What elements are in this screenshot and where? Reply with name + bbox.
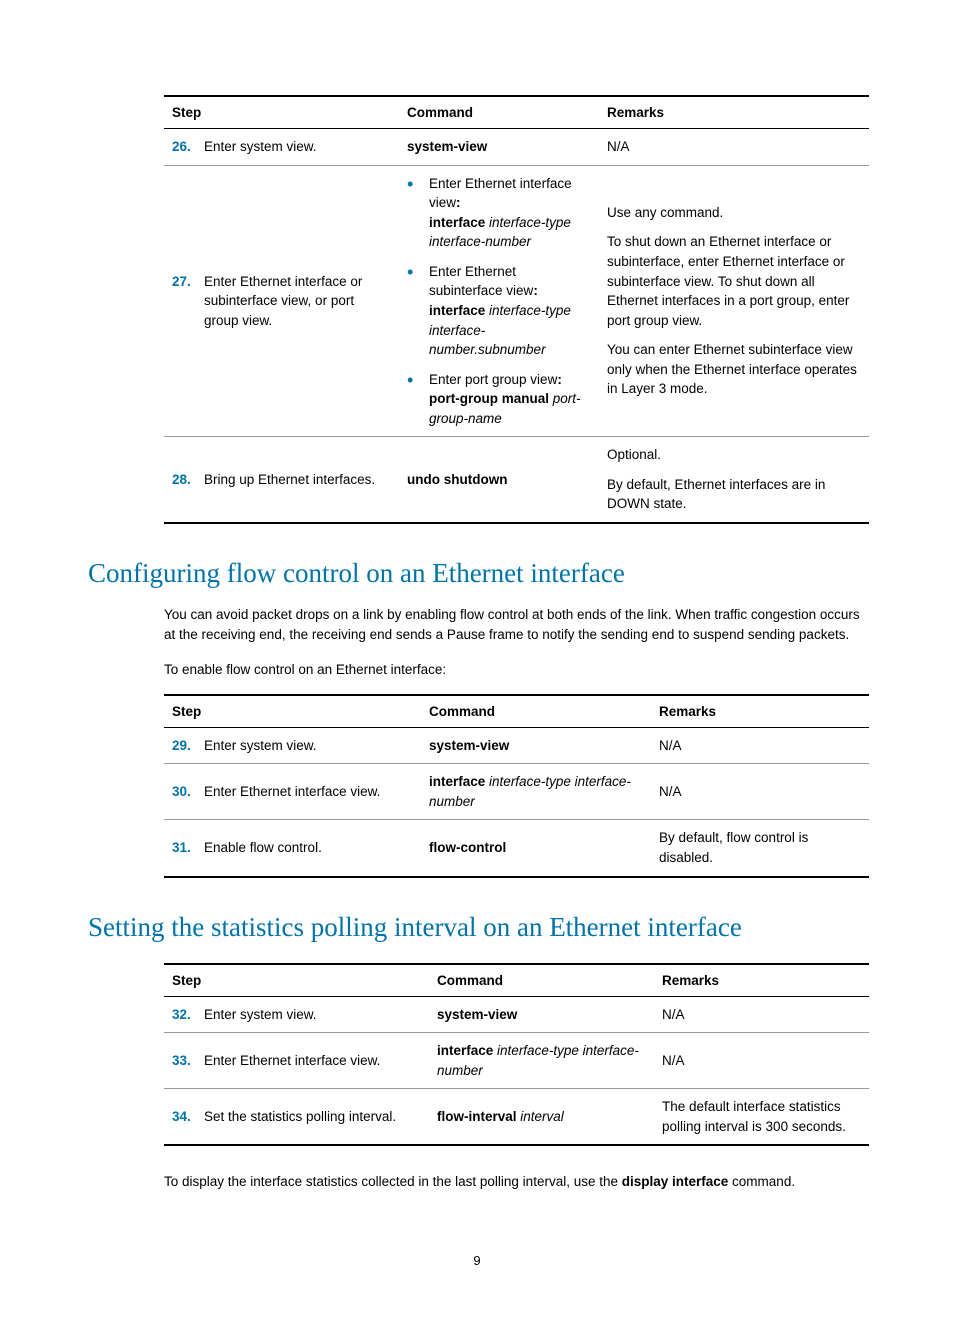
cmd-keyword: interface (437, 1043, 493, 1058)
bullet-icon: • (407, 262, 429, 360)
text-span: To display the interface statistics coll… (164, 1174, 622, 1189)
list-item: • Enter port group view: port-group manu… (407, 370, 591, 429)
remarks-line: Optional. (607, 445, 861, 465)
table-row: 29. Enter system view. system-view N/A (164, 727, 869, 764)
header-remarks: Remarks (651, 695, 869, 728)
remarks-cell: By default, flow control is disabled. (651, 820, 869, 877)
table-header-row: Step Command Remarks (164, 964, 869, 997)
table-header-row: Step Command Remarks (164, 96, 869, 129)
step-number: 28. (172, 470, 204, 490)
page-number: 9 (88, 1253, 866, 1268)
step-number: 34. (172, 1107, 204, 1127)
table-row: 34. Set the statistics polling interval.… (164, 1089, 869, 1146)
command-inline: display interface (622, 1174, 729, 1189)
header-command: Command (421, 695, 651, 728)
step-number: 33. (172, 1051, 204, 1071)
step-description: Set the statistics polling interval. (204, 1107, 421, 1127)
header-command: Command (399, 96, 599, 129)
section-heading-statistics: Setting the statistics polling interval … (88, 912, 866, 943)
step-number: 32. (172, 1005, 204, 1025)
body-paragraph: To enable flow control on an Ethernet in… (164, 660, 866, 680)
step-description: Enter system view. (204, 1005, 421, 1025)
remarks-cell: N/A (651, 727, 869, 764)
step-number: 27. (172, 272, 204, 292)
table-row: 33. Enter Ethernet interface view. inter… (164, 1033, 869, 1089)
body-paragraph: You can avoid packet drops on a link by … (164, 605, 866, 646)
table-row: 31. Enable flow control. flow-control By… (164, 820, 869, 877)
cmd-pretext: Enter port group view (429, 372, 557, 387)
remarks-line: You can enter Ethernet subinterface view… (607, 340, 861, 399)
cmd-pretext: Enter Ethernet interface view (429, 176, 572, 211)
step-description: Enter system view. (204, 137, 391, 157)
steps-table-1: Step Command Remarks 26. Enter system vi… (164, 95, 869, 524)
remarks-cell: N/A (651, 764, 869, 820)
remarks-cell: Optional. By default, Ethernet interface… (599, 437, 869, 523)
cmd-argument: interval (520, 1109, 564, 1124)
step-description: Bring up Ethernet interfaces. (204, 470, 391, 490)
steps-table-3: Step Command Remarks 32. Enter system vi… (164, 963, 869, 1147)
remarks-cell: N/A (654, 1033, 869, 1089)
bullet-icon: • (407, 370, 429, 429)
bullet-icon: • (407, 174, 429, 252)
table-header-row: Step Command Remarks (164, 695, 869, 728)
command-text: system-view (407, 139, 487, 154)
cmd-pretext: Enter Ethernet subinterface view (429, 264, 533, 299)
step-description: Enter Ethernet interface view. (204, 782, 413, 802)
command-list: • Enter Ethernet interface view: interfa… (407, 174, 591, 429)
header-step: Step (164, 96, 399, 129)
table-row: 30. Enter Ethernet interface view. inter… (164, 764, 869, 820)
table-row: 27. Enter Ethernet interface or subinter… (164, 165, 869, 437)
command-text: flow-control (429, 840, 506, 855)
step-description: Enable flow control. (204, 838, 413, 858)
cmd-keyword: interface (429, 774, 485, 789)
table-row: 26. Enter system view. system-view N/A (164, 129, 869, 166)
cmd-keyword: port-group manual (429, 391, 549, 406)
command-text: undo shutdown (407, 472, 507, 487)
table-row: 32. Enter system view. system-view N/A (164, 996, 869, 1033)
step-number: 26. (172, 137, 204, 157)
body-paragraph: To display the interface statistics coll… (164, 1172, 866, 1192)
header-remarks: Remarks (599, 96, 869, 129)
header-step: Step (164, 695, 421, 728)
remarks-line: To shut down an Ethernet interface or su… (607, 232, 861, 330)
step-description: Enter system view. (204, 736, 413, 756)
header-step: Step (164, 964, 429, 997)
section-heading-flow-control: Configuring flow control on an Ethernet … (88, 558, 866, 589)
remarks-line: Use any command. (607, 203, 861, 223)
header-remarks: Remarks (654, 964, 869, 997)
steps-table-2: Step Command Remarks 29. Enter system vi… (164, 694, 869, 878)
command-text: system-view (437, 1007, 517, 1022)
cmd-keyword: flow-interval (437, 1109, 517, 1124)
step-description: Enter Ethernet interface view. (204, 1051, 421, 1071)
remarks-cell: Use any command. To shut down an Etherne… (599, 165, 869, 437)
remarks-cell: N/A (654, 996, 869, 1033)
list-item: • Enter Ethernet subinterface view: inte… (407, 262, 591, 360)
list-item: • Enter Ethernet interface view: interfa… (407, 174, 591, 252)
command-text: system-view (429, 738, 509, 753)
header-command: Command (429, 964, 654, 997)
table-row: 28. Bring up Ethernet interfaces. undo s… (164, 437, 869, 523)
step-number: 31. (172, 838, 204, 858)
step-number: 30. (172, 782, 204, 802)
remarks-line: By default, Ethernet interfaces are in D… (607, 475, 861, 514)
remarks-cell: The default interface statistics polling… (654, 1089, 869, 1146)
step-number: 29. (172, 736, 204, 756)
text-span: command. (728, 1174, 795, 1189)
document-page: Step Command Remarks 26. Enter system vi… (0, 0, 954, 1328)
step-description: Enter Ethernet interface or subinterface… (204, 272, 391, 331)
remarks-cell: N/A (599, 129, 869, 166)
cmd-keyword: interface (429, 215, 485, 230)
cmd-keyword: interface (429, 303, 485, 318)
